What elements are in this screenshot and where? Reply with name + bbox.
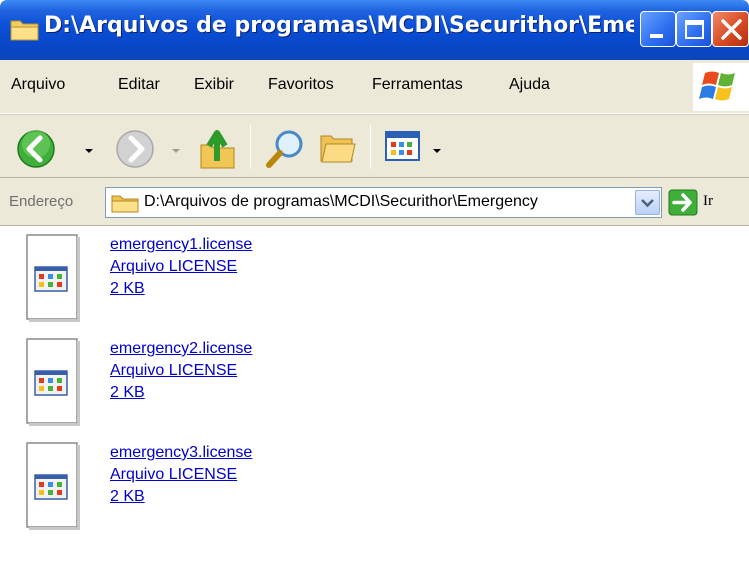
minimize-icon: [650, 34, 663, 38]
folder-icon: [111, 195, 139, 213]
menu-bar: Arquivo Editar Exibir Favoritos Ferramen…: [0, 60, 749, 114]
toolbar-separator: [250, 125, 251, 169]
file-type[interactable]: Arquivo LICENSE: [110, 362, 237, 380]
license-file-icon: [26, 442, 80, 530]
up-folder-button[interactable]: [198, 127, 238, 175]
list-item[interactable]: emergency1.license Arquivo LICENSE 2 KB: [26, 234, 326, 330]
chevron-down-icon: [641, 199, 654, 208]
address-bar: Endereço D:\Arquivos de programas\MCDI\S…: [0, 178, 749, 226]
folders-icon: [320, 135, 356, 163]
minimize-button[interactable]: [640, 11, 676, 47]
windows-flag-icon: [699, 71, 735, 101]
close-button[interactable]: [712, 11, 749, 47]
views-icon: [385, 131, 420, 161]
menu-favoritos[interactable]: Favoritos: [268, 76, 334, 94]
maximize-icon: [685, 20, 704, 39]
file-name[interactable]: emergency1.license: [110, 236, 252, 254]
license-file-icon: [26, 338, 80, 426]
views-dropdown-icon[interactable]: [433, 149, 441, 153]
up-folder-icon: [200, 130, 235, 169]
search-button[interactable]: [264, 127, 308, 175]
go-button[interactable]: [668, 189, 698, 216]
windows-logo: [693, 63, 749, 111]
file-type[interactable]: Arquivo LICENSE: [110, 466, 237, 484]
file-name[interactable]: emergency3.license: [110, 444, 252, 462]
address-label: Endereço: [9, 193, 74, 210]
go-label[interactable]: Ir: [703, 193, 713, 210]
search-icon: [266, 130, 303, 168]
views-button[interactable]: [385, 131, 421, 167]
window-title: D:\Arquivos de programas\MCDI\Securithor…: [44, 13, 634, 38]
back-button[interactable]: [16, 129, 56, 173]
file-size[interactable]: 2 KB: [110, 488, 145, 506]
address-value: D:\Arquivos de programas\MCDI\Securithor…: [144, 193, 538, 210]
list-item[interactable]: emergency2.license Arquivo LICENSE 2 KB: [26, 338, 326, 434]
file-type[interactable]: Arquivo LICENSE: [110, 258, 237, 276]
menu-ferramentas[interactable]: Ferramentas: [372, 76, 463, 94]
toolbar: [0, 114, 749, 178]
title-bar[interactable]: D:\Arquivos de programas\MCDI\Securithor…: [0, 0, 749, 60]
menu-editar[interactable]: Editar: [118, 76, 160, 94]
forward-arrow-icon: [116, 130, 154, 168]
back-arrow-icon: [17, 130, 55, 168]
menu-exibir[interactable]: Exibir: [194, 76, 234, 94]
back-dropdown-icon[interactable]: [85, 149, 93, 153]
forward-dropdown-icon[interactable]: [172, 149, 180, 153]
license-file-icon: [26, 234, 80, 322]
menu-arquivo[interactable]: Arquivo: [11, 76, 65, 94]
file-list: emergency1.license Arquivo LICENSE 2 KB …: [0, 226, 749, 583]
file-size[interactable]: 2 KB: [110, 384, 145, 402]
toolbar-separator: [370, 125, 371, 169]
go-arrow-icon: [668, 189, 698, 216]
file-name[interactable]: emergency2.license: [110, 340, 252, 358]
address-input[interactable]: D:\Arquivos de programas\MCDI\Securithor…: [105, 187, 662, 218]
menu-ajuda[interactable]: Ajuda: [509, 76, 550, 94]
file-size[interactable]: 2 KB: [110, 280, 145, 298]
list-item[interactable]: emergency3.license Arquivo LICENSE 2 KB: [26, 442, 326, 538]
address-dropdown-button[interactable]: [635, 190, 660, 215]
forward-button[interactable]: [115, 129, 155, 173]
close-icon: [721, 19, 742, 40]
maximize-button[interactable]: [676, 11, 712, 47]
folder-icon: [10, 20, 39, 41]
folders-button[interactable]: [318, 128, 358, 172]
